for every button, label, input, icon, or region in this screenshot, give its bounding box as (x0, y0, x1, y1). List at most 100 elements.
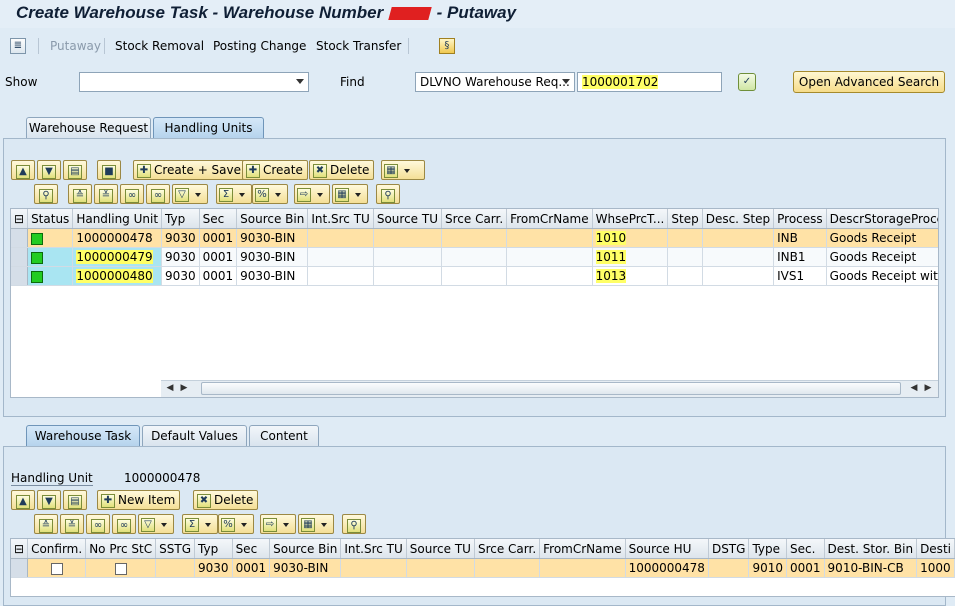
handling-unit-cell[interactable]: 1000000478 (72, 228, 163, 248)
putaway-button[interactable]: Putaway (50, 39, 101, 53)
move-up-button[interactable]: ▲ (11, 490, 35, 510)
sum-button[interactable]: Σ (216, 184, 252, 204)
more-actions-button[interactable]: ▦ (381, 160, 425, 180)
find-value-input[interactable]: 1000001702 (577, 72, 722, 92)
type-cell[interactable]: 9010 (748, 558, 787, 578)
column-header[interactable]: FromCrName (506, 209, 593, 229)
document-icon[interactable]: ≣ (10, 38, 26, 54)
move-up-button[interactable]: ▲ (11, 160, 35, 180)
column-header[interactable]: Confirm. (27, 539, 87, 559)
layout-button[interactable]: ▦ (298, 514, 334, 534)
horizontal-scrollbar[interactable]: ◀ ▶ ◀ ▶ (161, 380, 938, 397)
table-row[interactable]: 1000000478 9030 0001 9030-BIN 1010 INB G… (11, 228, 938, 248)
column-header[interactable]: Source TU (406, 539, 475, 559)
handling-unit-cell[interactable]: 1000000479 (72, 247, 163, 267)
find-button[interactable]: ⚲ (34, 184, 58, 204)
column-header[interactable]: FromCrName (539, 539, 626, 559)
find-type-dropdown[interactable]: DLVNO Warehouse Req... (415, 72, 575, 92)
column-header[interactable]: Step (667, 209, 703, 229)
int-src-tu-cell[interactable] (340, 558, 407, 578)
subtotal-button[interactable]: % (252, 184, 288, 204)
column-header[interactable]: Source TU (373, 209, 442, 229)
row-selector[interactable] (11, 228, 29, 248)
column-header[interactable]: Sec (199, 209, 238, 229)
posting-change-button[interactable]: Posting Change (213, 39, 306, 53)
layout-button[interactable]: ▦ (332, 184, 368, 204)
save-button[interactable]: ■ (97, 160, 121, 180)
handling-unit-cell[interactable]: 1000000480 (72, 266, 163, 286)
column-header[interactable]: Source HU (625, 539, 709, 559)
print-preview-button[interactable]: ⚲ (376, 184, 400, 204)
tab-default-values[interactable]: Default Values (142, 425, 247, 446)
find-next-button[interactable]: ∞ (112, 514, 136, 534)
typ-cell[interactable]: 9030 (194, 558, 233, 578)
stock-transfer-button[interactable]: Stock Transfer (316, 39, 401, 53)
sort-asc-button[interactable]: ≙ (34, 514, 58, 534)
no-prc-stc-checkbox[interactable] (114, 562, 127, 575)
scroll-left-icon[interactable]: ◀ (907, 382, 921, 395)
export-button[interactable]: ⇨ (294, 184, 330, 204)
details-button[interactable]: ▤ (63, 160, 87, 180)
source-hu-cell[interactable]: 1000000478 (625, 558, 709, 578)
filter-button[interactable]: ▽ (138, 514, 174, 534)
column-header[interactable]: WhsePrcT... (592, 209, 669, 229)
column-header[interactable]: Process (773, 209, 827, 229)
source-bin-cell[interactable]: 9030-BIN (269, 558, 342, 578)
stock-removal-button[interactable]: Stock Removal (115, 39, 204, 53)
sort-desc-button[interactable]: ≚ (60, 514, 84, 534)
scroll-right-icon[interactable]: ▶ (177, 382, 191, 395)
create-button[interactable]: ✚ Create (242, 160, 308, 180)
dest-stor-bin-cell[interactable]: 9010-BIN-CB (824, 558, 918, 578)
create-save-button[interactable]: ✚ Create + Save (133, 160, 247, 180)
select-all-icon[interactable]: ⊟ (11, 539, 29, 559)
table-row[interactable]: 1000000479 9030 0001 9030-BIN 1011 INB1 … (11, 247, 938, 267)
tab-warehouse-request[interactable]: Warehouse Request (26, 117, 151, 138)
column-header[interactable]: Sec (232, 539, 271, 559)
sec-cell[interactable]: 0001 (232, 558, 271, 578)
srce-carr-cell[interactable] (474, 558, 541, 578)
tab-handling-units[interactable]: Handling Units (153, 117, 264, 139)
scroll-left-icon[interactable]: ◀ (163, 382, 177, 395)
filter-button[interactable]: ▽ (172, 184, 208, 204)
column-header[interactable]: Int.Src TU (340, 539, 407, 559)
column-header[interactable]: Status (27, 209, 74, 229)
column-header[interactable]: Desc. Step (702, 209, 775, 229)
show-dropdown[interactable] (79, 72, 309, 92)
table-row[interactable]: 9030 0001 9030-BIN 1000000478 9010 0001 … (11, 558, 955, 578)
column-header[interactable]: Handling Unit (72, 209, 163, 229)
source-tu-cell[interactable] (406, 558, 475, 578)
table-row[interactable]: 1000000480 9030 0001 9030-BIN 1013 IVS1 … (11, 266, 938, 286)
column-header[interactable]: No Prc StC (85, 539, 157, 559)
row-selector[interactable] (11, 266, 29, 286)
column-header[interactable]: Source Bin (236, 209, 309, 229)
execute-search-icon[interactable]: ✓ (738, 73, 756, 91)
column-header[interactable]: Dest. Stor. Bin (824, 539, 918, 559)
from-cr-name-cell[interactable] (539, 558, 626, 578)
details-button[interactable]: ▤ (63, 490, 87, 510)
column-header[interactable]: DSTG (708, 539, 750, 559)
binoculars-button[interactable]: ∞ (120, 184, 144, 204)
lower-delete-button[interactable]: ✖ Delete (193, 490, 259, 510)
print-preview-button[interactable]: ⚲ (342, 514, 366, 534)
scrollbar-thumb[interactable] (201, 382, 901, 395)
column-header[interactable]: Desti (916, 539, 955, 559)
sum-button[interactable]: Σ (182, 514, 218, 534)
row-selector[interactable] (11, 247, 29, 267)
dstg-cell[interactable] (708, 558, 750, 578)
column-header[interactable]: Sec. (786, 539, 825, 559)
column-header[interactable]: SSTG (155, 539, 196, 559)
column-header[interactable]: Int.Src TU (307, 209, 374, 229)
column-header[interactable]: Type (748, 539, 787, 559)
select-all-icon[interactable]: ⊟ (11, 209, 29, 229)
new-item-button[interactable]: ✚ New Item (97, 490, 181, 510)
binoculars-button[interactable]: ∞ (86, 514, 110, 534)
scroll-icon[interactable]: § (438, 38, 455, 54)
tab-warehouse-task[interactable]: Warehouse Task (26, 425, 140, 447)
column-header[interactable]: Typ (194, 539, 233, 559)
column-header[interactable]: Typ (161, 209, 200, 229)
delete-button[interactable]: ✖ Delete (309, 160, 375, 180)
column-header[interactable]: DescrStorageProcess (826, 209, 938, 229)
sort-asc-button[interactable]: ≙ (68, 184, 92, 204)
find-next-button[interactable]: ∞ (146, 184, 170, 204)
open-advanced-search-button[interactable]: Open Advanced Search (793, 71, 945, 93)
